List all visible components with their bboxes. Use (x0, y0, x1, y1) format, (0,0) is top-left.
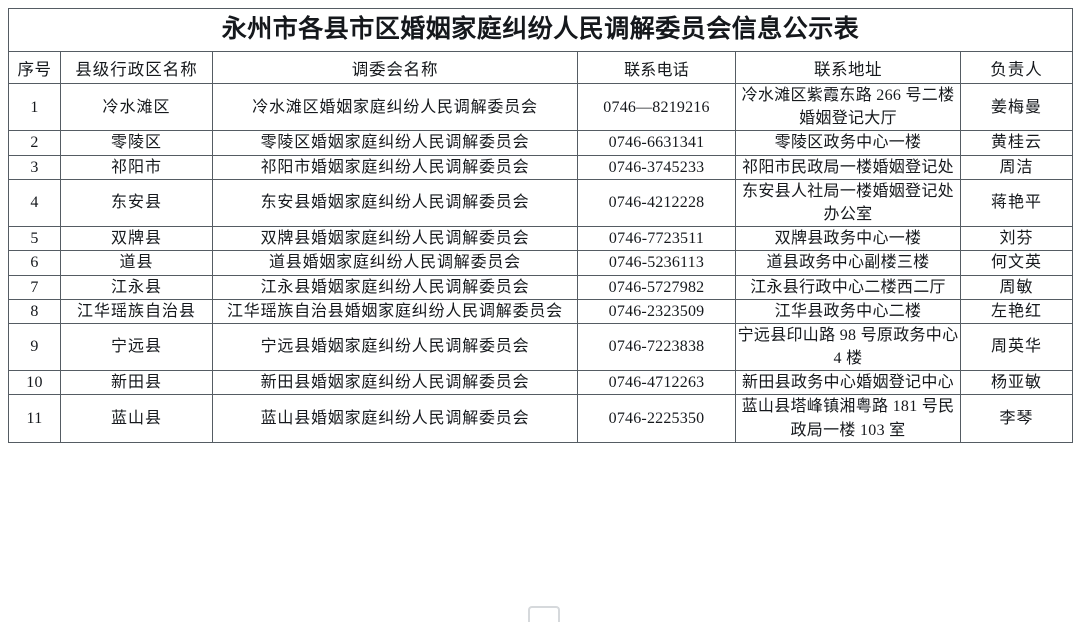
cell-district: 蓝山县 (60, 394, 213, 443)
cell-committee: 宁远县婚姻家庭纠纷人民调解委员会 (212, 322, 578, 372)
cell-head: 蒋艳平 (959, 178, 1074, 228)
column-header-seq: 序号 (8, 51, 61, 84)
cell-address: 冷水滩区紫霞东路 266 号二楼婚姻登记大厅 (735, 82, 961, 132)
cell-district: 新田县 (60, 370, 213, 396)
cell-phone: 0746-7723511 (577, 226, 736, 252)
cell-committee: 祁阳市婚姻家庭纠纷人民调解委员会 (212, 154, 578, 180)
cell-head: 李琴 (959, 394, 1074, 443)
table-row: 2 零陵区 零陵区婚姻家庭纠纷人民调解委员会 0746-6631341 零陵区政… (8, 130, 1074, 156)
cell-head: 左艳红 (959, 298, 1074, 324)
cell-head: 何文英 (959, 250, 1074, 276)
cell-district: 道县 (60, 250, 213, 276)
cell-head: 周敏 (959, 274, 1074, 300)
cell-seq: 9 (8, 322, 61, 372)
cell-phone: 0746-2323509 (577, 298, 736, 324)
page-bottom-artifact (528, 606, 560, 622)
column-header-committee: 调委会名称 (212, 51, 578, 84)
cell-phone: 0746-3745233 (577, 154, 736, 180)
table-row: 11 蓝山县 蓝山县婚姻家庭纠纷人民调解委员会 0746-2225350 蓝山县… (8, 394, 1074, 443)
cell-phone: 0746—8219216 (577, 82, 736, 132)
cell-address: 蓝山县塔峰镇湘粤路 181 号民政局一楼 103 室 (735, 394, 961, 443)
cell-phone: 0746-5727982 (577, 274, 736, 300)
column-header-phone: 联系电话 (577, 51, 736, 84)
cell-committee: 道县婚姻家庭纠纷人民调解委员会 (212, 250, 578, 276)
table-row: 4 东安县 东安县婚姻家庭纠纷人民调解委员会 0746-4212228 东安县人… (8, 178, 1074, 228)
table-row: 3 祁阳市 祁阳市婚姻家庭纠纷人民调解委员会 0746-3745233 祁阳市民… (8, 154, 1074, 180)
page-root: 永州市各县市区婚姻家庭纠纷人民调解委员会信息公示表 序号 县级行政区名称 调委会… (0, 0, 1080, 622)
table-head: 永州市各县市区婚姻家庭纠纷人民调解委员会信息公示表 序号 县级行政区名称 调委会… (7, 8, 1074, 84)
cell-district: 江永县 (60, 274, 213, 300)
page-title-cell: 永州市各县市区婚姻家庭纠纷人民调解委员会信息公示表 (7, 8, 1074, 52)
cell-address: 新田县政务中心婚姻登记中心 (735, 370, 961, 396)
committee-info-table: 永州市各县市区婚姻家庭纠纷人民调解委员会信息公示表 序号 县级行政区名称 调委会… (7, 8, 1074, 443)
cell-district: 零陵区 (60, 130, 213, 156)
title-row: 永州市各县市区婚姻家庭纠纷人民调解委员会信息公示表 (7, 8, 1074, 52)
table-row: 10 新田县 新田县婚姻家庭纠纷人民调解委员会 0746-4712263 新田县… (8, 370, 1074, 396)
cell-seq: 7 (8, 274, 61, 300)
column-header-address: 联系地址 (735, 51, 961, 84)
cell-phone: 0746-4712263 (577, 370, 736, 396)
cell-committee: 蓝山县婚姻家庭纠纷人民调解委员会 (212, 394, 578, 443)
cell-phone: 0746-7223838 (577, 322, 736, 372)
cell-seq: 10 (8, 370, 61, 396)
cell-committee: 零陵区婚姻家庭纠纷人民调解委员会 (212, 130, 578, 156)
cell-head: 姜梅曼 (959, 82, 1074, 132)
cell-head: 周英华 (959, 322, 1074, 372)
cell-district: 东安县 (60, 178, 213, 228)
cell-seq: 1 (8, 82, 61, 132)
table-row: 8 江华瑶族自治县 江华瑶族自治县婚姻家庭纠纷人民调解委员会 0746-2323… (8, 298, 1074, 324)
table-row: 6 道县 道县婚姻家庭纠纷人民调解委员会 0746-5236113 道县政务中心… (8, 250, 1074, 276)
column-header-row: 序号 县级行政区名称 调委会名称 联系电话 联系地址 负责人 (8, 51, 1074, 84)
table-row: 5 双牌县 双牌县婚姻家庭纠纷人民调解委员会 0746-7723511 双牌县政… (8, 226, 1074, 252)
table-row: 1 冷水滩区 冷水滩区婚姻家庭纠纷人民调解委员会 0746—8219216 冷水… (8, 82, 1074, 132)
cell-address: 双牌县政务中心一楼 (735, 226, 961, 252)
cell-phone: 0746-2225350 (577, 394, 736, 443)
cell-phone: 0746-6631341 (577, 130, 736, 156)
cell-head: 黄桂云 (959, 130, 1074, 156)
cell-district: 双牌县 (60, 226, 213, 252)
table-body: 1 冷水滩区 冷水滩区婚姻家庭纠纷人民调解委员会 0746—8219216 冷水… (8, 82, 1074, 443)
cell-address: 道县政务中心副楼三楼 (735, 250, 961, 276)
cell-seq: 11 (8, 394, 61, 443)
cell-seq: 4 (8, 178, 61, 228)
table-row: 9 宁远县 宁远县婚姻家庭纠纷人民调解委员会 0746-7223838 宁远县印… (8, 322, 1074, 372)
cell-phone: 0746-5236113 (577, 250, 736, 276)
cell-address: 宁远县印山路 98 号原政务中心 4 楼 (735, 322, 961, 372)
cell-committee: 冷水滩区婚姻家庭纠纷人民调解委员会 (212, 82, 578, 132)
cell-phone: 0746-4212228 (577, 178, 736, 228)
cell-address: 祁阳市民政局一楼婚姻登记处 (735, 154, 961, 180)
cell-committee: 江华瑶族自治县婚姻家庭纠纷人民调解委员会 (212, 298, 578, 324)
cell-committee: 东安县婚姻家庭纠纷人民调解委员会 (212, 178, 578, 228)
cell-head: 周洁 (959, 154, 1074, 180)
cell-address: 江永县行政中心二楼西二厅 (735, 274, 961, 300)
cell-seq: 8 (8, 298, 61, 324)
cell-district: 冷水滩区 (60, 82, 213, 132)
table-row: 7 江永县 江永县婚姻家庭纠纷人民调解委员会 0746-5727982 江永县行… (8, 274, 1074, 300)
cell-address: 江华县政务中心二楼 (735, 298, 961, 324)
cell-committee: 江永县婚姻家庭纠纷人民调解委员会 (212, 274, 578, 300)
cell-seq: 2 (8, 130, 61, 156)
cell-committee: 双牌县婚姻家庭纠纷人民调解委员会 (212, 226, 578, 252)
column-header-district: 县级行政区名称 (60, 51, 213, 84)
column-header-head: 负责人 (959, 51, 1074, 84)
cell-district: 祁阳市 (60, 154, 213, 180)
cell-head: 刘芬 (959, 226, 1074, 252)
cell-seq: 3 (8, 154, 61, 180)
cell-head: 杨亚敏 (959, 370, 1074, 396)
cell-seq: 6 (8, 250, 61, 276)
cell-address: 零陵区政务中心一楼 (735, 130, 961, 156)
cell-district: 宁远县 (60, 322, 213, 372)
cell-district: 江华瑶族自治县 (60, 298, 213, 324)
cell-seq: 5 (8, 226, 61, 252)
cell-address: 东安县人社局一楼婚姻登记处办公室 (735, 178, 961, 228)
cell-committee: 新田县婚姻家庭纠纷人民调解委员会 (212, 370, 578, 396)
page-title: 永州市各县市区婚姻家庭纠纷人民调解委员会信息公示表 (221, 16, 860, 44)
